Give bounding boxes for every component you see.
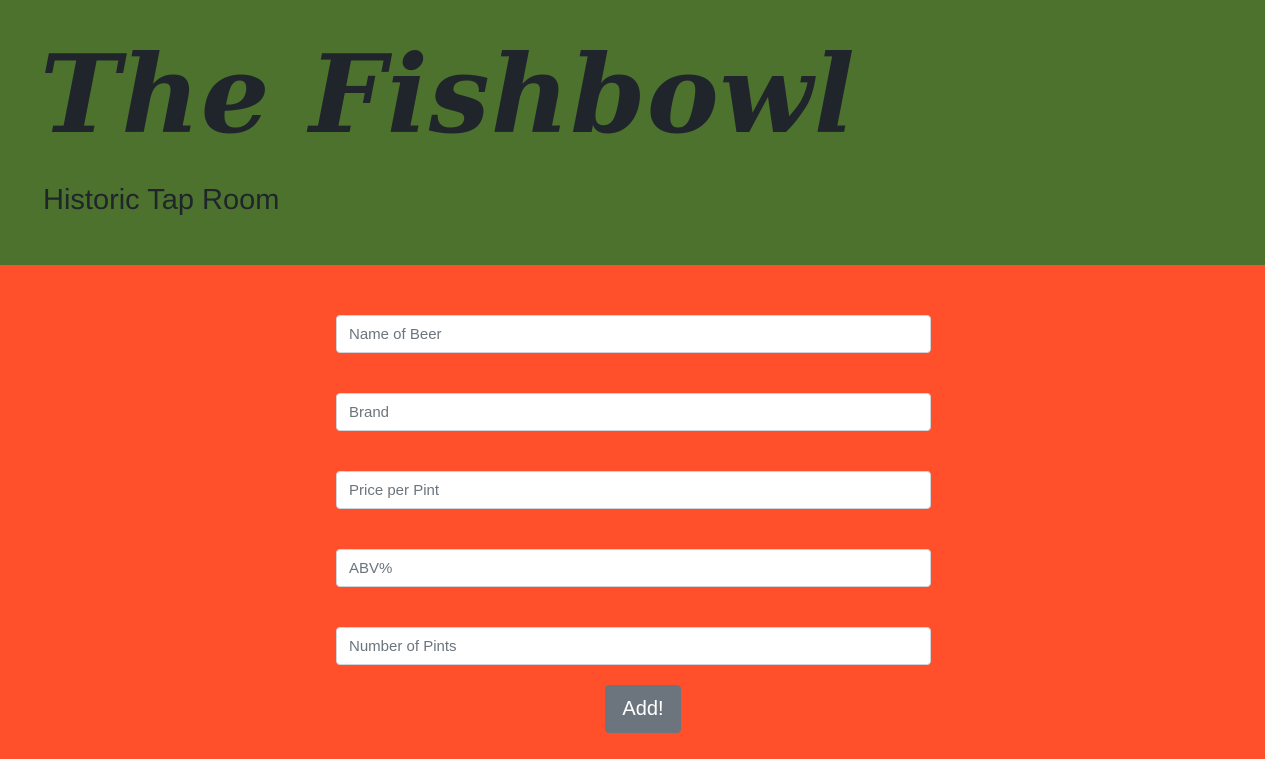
page-subtitle: Historic Tap Room	[43, 184, 280, 216]
abv-input[interactable]	[336, 549, 931, 587]
page-title: The Fishbowl	[40, 32, 856, 158]
add-beer-form: Add!	[0, 265, 1265, 759]
page-header: The Fishbowl Historic Tap Room	[0, 0, 1265, 265]
brand-input[interactable]	[336, 393, 931, 431]
beer-name-input[interactable]	[336, 315, 931, 353]
pints-input[interactable]	[336, 627, 931, 665]
add-button[interactable]: Add!	[605, 685, 681, 733]
price-input[interactable]	[336, 471, 931, 509]
